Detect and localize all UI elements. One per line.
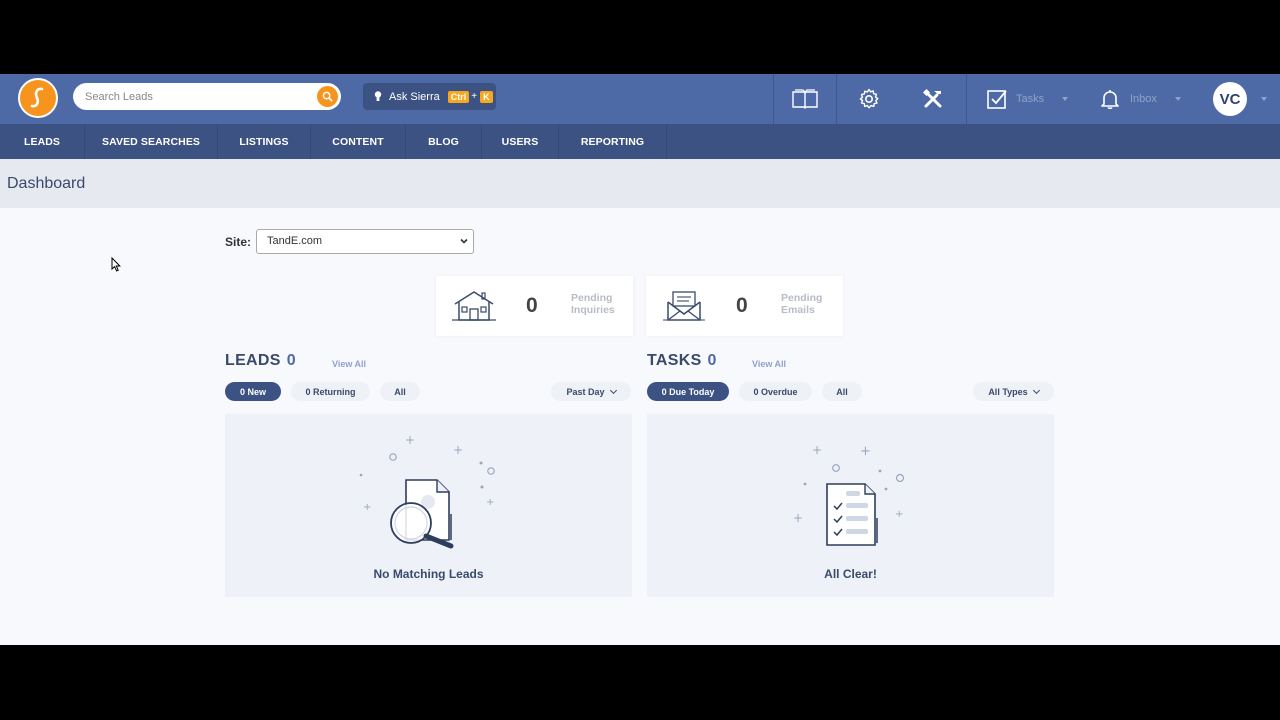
magnifying-document-icon: + + + + — [359, 433, 495, 549]
pending-inquiries-label-line2: Inquiries — [571, 304, 615, 316]
leads-count: 0 — [286, 352, 296, 369]
leads-range-label: Past Day — [566, 386, 605, 397]
ask-sierra-button[interactable]: Ask Sierra Ctrl + K — [363, 83, 496, 110]
pending-emails-card[interactable]: 0 Pending Emails — [646, 276, 843, 336]
chevron-down-icon[interactable] — [1261, 97, 1267, 101]
page-title: Dashboard — [7, 175, 86, 192]
nav-leads[interactable]: LEADS — [0, 124, 85, 159]
top-bar: Ask Sierra Ctrl + K — [0, 74, 1280, 124]
site-select[interactable]: TandE.com — [256, 229, 474, 254]
tasks-menu-label: Tasks — [1016, 93, 1045, 105]
tasks-panel-body: + + + + All Clear! — [647, 414, 1054, 597]
pending-emails-label-line1: Pending — [781, 292, 823, 304]
tasks-filter-overdue[interactable]: 0 Overdue — [739, 382, 812, 401]
envelope-icon — [663, 291, 705, 321]
search-icon — [322, 91, 333, 102]
chevron-down-icon — [1032, 386, 1040, 394]
site-select-value: TandE.com — [267, 235, 323, 247]
leads-filter-new[interactable]: 0 New — [225, 382, 281, 401]
ctrl-key-badge: Ctrl — [447, 90, 470, 103]
leads-empty-message: No Matching Leads — [373, 567, 484, 581]
nav-saved-searches[interactable]: SAVED SEARCHES — [85, 124, 218, 159]
app-window: Ask Sierra Ctrl + K — [0, 74, 1280, 645]
nav-blog[interactable]: BLOG — [406, 124, 482, 159]
page-header: Dashboard — [0, 159, 1280, 208]
svg-text:+: + — [793, 511, 803, 525]
tools-icon — [922, 88, 942, 108]
tasks-filter-due-today[interactable]: 0 Due Today — [647, 382, 729, 401]
svg-text:+: + — [453, 443, 463, 457]
leads-panel-title: LEADS 0 — [225, 352, 296, 370]
chevron-down-icon — [460, 238, 468, 244]
tools-button[interactable] — [901, 74, 965, 124]
site-label: Site: — [225, 235, 252, 249]
lightbulb-icon — [374, 91, 382, 101]
pending-inquiries-label-line1: Pending — [571, 292, 613, 304]
pending-inquiries-label: Pending Inquiries — [571, 292, 631, 316]
plus-sign: + — [471, 91, 478, 102]
tasks-types-dropdown[interactable]: All Types — [973, 382, 1054, 401]
pending-emails-count: 0 — [736, 294, 748, 317]
clipboard-checklist-icon: + + + + — [793, 443, 905, 546]
ask-sierra-label: Ask Sierra — [389, 90, 440, 103]
svg-text:+: + — [860, 444, 871, 459]
svg-text:+: + — [486, 497, 494, 508]
search-button[interactable] — [317, 86, 338, 107]
tasks-title: TASKS — [647, 352, 702, 369]
checkbox-icon — [987, 90, 1007, 109]
main-nav: LEADS SAVED SEARCHES LISTINGS CONTENT BL… — [0, 124, 1280, 159]
chevron-down-icon — [1062, 97, 1069, 101]
leads-filter-returning[interactable]: 0 Returning — [291, 382, 370, 401]
pending-inquiries-count: 0 — [526, 294, 538, 317]
mouse-cursor-icon — [111, 257, 121, 272]
nav-users[interactable]: USERS — [482, 124, 559, 159]
nav-reporting[interactable]: REPORTING — [559, 124, 667, 159]
leads-filter-all[interactable]: All — [380, 382, 420, 401]
book-icon — [792, 89, 818, 109]
leads-range-dropdown[interactable]: Past Day — [551, 382, 631, 401]
tasks-types-label: All Types — [988, 386, 1028, 397]
search-leads-box — [73, 83, 341, 110]
inbox-menu-label: Inbox — [1130, 93, 1157, 105]
nav-listings[interactable]: LISTINGS — [218, 124, 311, 159]
tasks-filter-all[interactable]: All — [822, 382, 862, 401]
tasks-menu[interactable]: Tasks — [967, 74, 1076, 124]
house-icon — [452, 291, 496, 321]
user-avatar[interactable]: VC — [1213, 82, 1247, 116]
leads-title: LEADS — [225, 352, 281, 369]
gear-icon — [859, 88, 879, 109]
settings-button[interactable] — [837, 74, 901, 124]
tasks-panel-title: TASKS 0 — [647, 352, 717, 370]
tasks-view-all-link[interactable]: View All — [752, 359, 786, 369]
pending-inquiries-card[interactable]: 0 Pending Inquiries — [436, 276, 633, 336]
svg-text:+: + — [895, 509, 903, 520]
bell-icon — [1101, 90, 1119, 109]
svg-text:+: + — [405, 433, 415, 447]
svg-text:+: + — [812, 443, 822, 457]
svg-text:+: + — [363, 502, 371, 513]
search-leads-input[interactable] — [85, 87, 310, 106]
tasks-empty-message: All Clear! — [824, 567, 877, 581]
chevron-down-icon — [1174, 97, 1181, 101]
inbox-menu[interactable]: Inbox — [1076, 74, 1196, 124]
sierra-logo-icon — [30, 87, 44, 108]
sierra-logo[interactable] — [18, 78, 58, 118]
leads-panel-body: + + + + No Matching Leads — [225, 414, 632, 597]
guide-button[interactable] — [774, 74, 836, 124]
tasks-count: 0 — [707, 352, 717, 369]
leads-view-all-link[interactable]: View All — [332, 359, 366, 369]
pending-emails-label-line2: Emails — [781, 304, 815, 316]
chevron-down-icon — [609, 386, 617, 394]
pending-emails-label: Pending Emails — [781, 292, 841, 316]
k-key-badge: K — [480, 90, 493, 103]
nav-content[interactable]: CONTENT — [311, 124, 406, 159]
